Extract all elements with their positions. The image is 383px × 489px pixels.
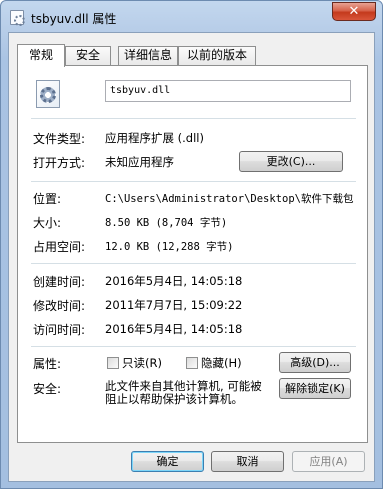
tab-details[interactable]: 详细信息	[118, 46, 178, 65]
window-title: tsbyuv.dll 属性	[31, 12, 117, 26]
divider	[31, 181, 356, 182]
tab-security[interactable]: 安全	[65, 46, 111, 65]
dialog-client-area: 常规 安全 详细信息 以前的版本 tsbyuv.dll 文件类型: 应用程序扩展…	[8, 32, 375, 482]
size-on-disk-label: 占用空间:	[33, 240, 86, 254]
divider	[31, 263, 356, 264]
hidden-checkbox[interactable]: 隐藏(H)	[186, 355, 242, 371]
change-button[interactable]: 更改(C)...	[239, 151, 343, 172]
divider	[31, 118, 356, 119]
checkbox-box[interactable]	[186, 357, 198, 369]
modified-label: 修改时间:	[33, 299, 86, 313]
size-on-disk-value: 12.0 KB (12,288 字节)	[105, 241, 234, 253]
attributes-label: 属性:	[33, 357, 62, 371]
tab-previous-versions[interactable]: 以前的版本	[178, 46, 256, 65]
accessed-label: 访问时间:	[33, 323, 86, 337]
close-button[interactable]: ✕	[332, 2, 376, 21]
security-message: 此文件来自其他计算机, 可能被阻止以帮助保护该计算机。	[105, 379, 262, 406]
size-label: 大小:	[33, 216, 62, 230]
cancel-button[interactable]: 取消	[211, 451, 284, 472]
checkbox-box[interactable]	[107, 357, 119, 369]
dll-file-icon	[10, 10, 25, 26]
divider	[31, 346, 356, 347]
unblock-button[interactable]: 解除锁定(K)	[279, 378, 351, 399]
file-type-label: 文件类型:	[33, 132, 86, 146]
accessed-value: 2016年5月4日, 14:05:18	[105, 322, 243, 336]
title-bar[interactable]: tsbyuv.dll 属性 ✕	[1, 1, 382, 33]
created-label: 创建时间:	[33, 275, 86, 289]
properties-window: tsbyuv.dll 属性 ✕ 常规 安全 详细信息 以前的版本 tsbyuv.…	[0, 0, 383, 489]
created-value: 2016年5月4日, 14:05:18	[105, 274, 243, 288]
location-label: 位置:	[33, 192, 62, 206]
ok-button[interactable]: 确定	[131, 451, 204, 472]
hidden-label: 隐藏(H)	[201, 356, 242, 370]
location-value: C:\Users\Administrator\Desktop\软件下载包	[105, 193, 354, 205]
advanced-button[interactable]: 高级(D)...	[279, 352, 351, 373]
modified-value: 2011年7月7日, 15:09:22	[105, 298, 243, 312]
security-label: 安全:	[33, 382, 62, 396]
general-tab-panel: tsbyuv.dll 文件类型: 应用程序扩展 (.dll) 打开方式: 未知应…	[17, 65, 368, 443]
tab-general[interactable]: 常规	[17, 44, 65, 67]
size-value: 8.50 KB (8,704 字节)	[105, 217, 228, 229]
file-type-value: 应用程序扩展 (.dll)	[105, 131, 204, 145]
open-with-label: 打开方式:	[33, 156, 86, 170]
readonly-checkbox[interactable]: 只读(R)	[107, 355, 162, 371]
dll-gear-file-icon	[36, 80, 60, 108]
readonly-label: 只读(R)	[122, 356, 162, 370]
open-with-value: 未知应用程序	[105, 155, 174, 169]
filename-field[interactable]: tsbyuv.dll	[105, 80, 351, 102]
apply-button[interactable]: 应用(A)	[292, 451, 365, 472]
